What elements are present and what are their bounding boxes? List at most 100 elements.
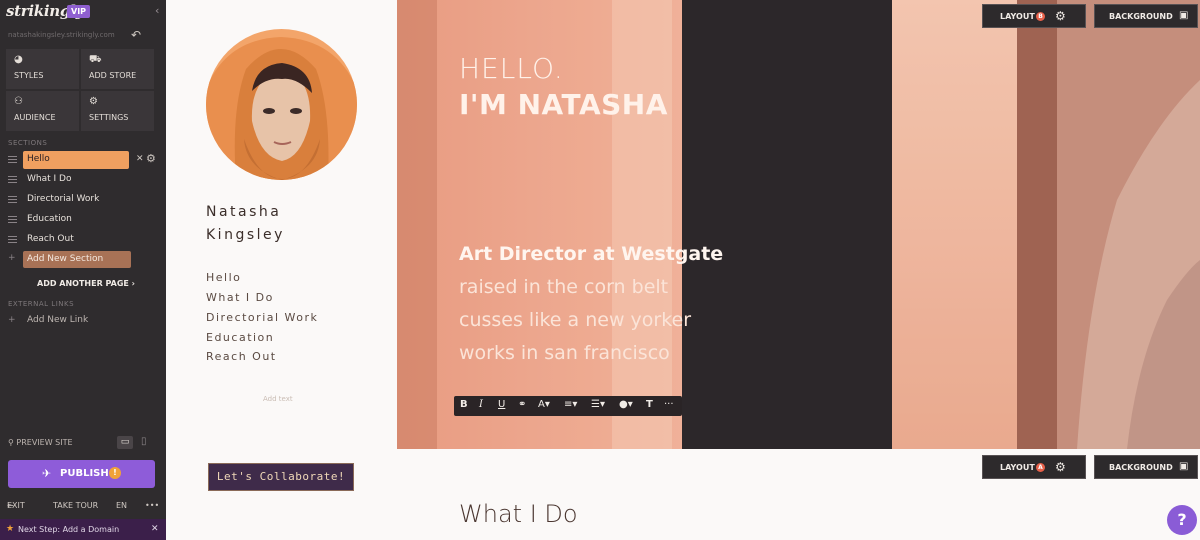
more-options-icon[interactable]: ··· (664, 399, 674, 410)
delete-section-icon[interactable]: ✕ (136, 154, 144, 164)
text-style-icon[interactable]: T (646, 399, 653, 410)
settings-button[interactable]: ⚙ SETTINGS (81, 91, 154, 131)
drag-handle-icon[interactable] (8, 236, 17, 243)
layout-variant-badge: A (1036, 463, 1045, 472)
section-item-directorial-work[interactable]: Directorial Work (0, 191, 166, 209)
font-size-icon[interactable]: A▾ (538, 399, 550, 410)
next-step-banner[interactable]: ★ Next Step: Add a Domain ✕ (0, 519, 166, 540)
mobile-view-icon[interactable]: ▯ (141, 436, 147, 447)
hero-line-1[interactable]: raised in the corn belt (459, 276, 668, 298)
link-icon[interactable]: ⚭ (518, 399, 526, 410)
help-icon[interactable]: ? (1167, 505, 1197, 535)
add-new-section-label[interactable]: Add New Section (27, 254, 103, 264)
section-item-hello[interactable]: Hello ✕ ⚙ (0, 151, 166, 169)
drag-handle-icon[interactable] (8, 176, 17, 183)
hero-role[interactable]: Art Director at Westgate (459, 243, 723, 265)
layout-button-bottom[interactable]: LAYOUT A ⚙ (982, 455, 1086, 479)
section-title[interactable]: What I Do (459, 500, 578, 528)
profile-photo[interactable] (206, 29, 357, 180)
publish-label: PUBLISH (60, 468, 109, 479)
add-text-placeholder[interactable]: Add text (263, 395, 293, 403)
audience-label: AUDIENCE (14, 113, 56, 122)
align-icon[interactable]: ≡▾ (564, 399, 577, 410)
audience-button[interactable]: ⚇ AUDIENCE (6, 91, 79, 131)
site-nav-directorial-work[interactable]: Directorial Work (206, 311, 318, 324)
text-color-icon[interactable]: ●▾ (619, 399, 633, 410)
add-store-button[interactable]: ⛟ ADD STORE (81, 49, 154, 89)
hero-title[interactable]: I'M NATASHA (459, 88, 668, 121)
settings-label: SETTINGS (89, 113, 129, 122)
site-nav-education[interactable]: Education (206, 331, 274, 344)
styles-label: STYLES (14, 71, 44, 80)
text-format-toolbar: B I U ⚭ A▾ ≡▾ ☰▾ ●▾ T ··· (454, 396, 682, 416)
layout-label: LAYOUT (1000, 12, 1035, 21)
hero-greeting[interactable]: HELLO. (459, 52, 564, 85)
drag-handle-icon[interactable] (8, 156, 17, 163)
editor-tile-grid: ◕ STYLES ⛟ ADD STORE ⚇ AUDIENCE ⚙ SETTIN… (6, 49, 154, 131)
image-icon: ▣ (1179, 10, 1189, 21)
hero-line-2[interactable]: cusses like a new yorker (459, 309, 691, 331)
lets-collaborate-button[interactable]: Let's Collaborate! (208, 463, 354, 491)
search-icon: ⚲ (8, 438, 14, 447)
preview-site-label: PREVIEW SITE (16, 438, 73, 447)
publish-button[interactable]: ✈ PUBLISH ! (8, 460, 155, 488)
site-owner-first-name[interactable]: Natasha (206, 204, 281, 220)
add-store-label: ADD STORE (89, 71, 137, 80)
people-icon: ⚇ (14, 96, 23, 107)
chevron-right-icon: › (131, 279, 135, 288)
desktop-view-icon[interactable]: ▭ (117, 436, 133, 449)
close-icon[interactable]: ✕ (151, 524, 159, 534)
gear-icon[interactable]: ⚙ (1055, 460, 1066, 474)
editor-sidebar: strikingly VIP ‹ natashakingsley.strikin… (0, 0, 166, 540)
palette-icon: ◕ (14, 54, 23, 65)
section-settings-icon[interactable]: ⚙ (146, 152, 156, 165)
underline-icon[interactable]: U (498, 399, 505, 410)
next-step-label: Next Step: Add a Domain (18, 525, 120, 534)
background-label: BACKGROUND (1109, 12, 1173, 21)
language-button[interactable]: EN (116, 501, 127, 510)
add-another-page-link[interactable]: ADD ANOTHER PAGE › (37, 279, 135, 288)
layout-label: LAYOUT (1000, 463, 1035, 472)
background-label: BACKGROUND (1109, 463, 1173, 472)
gear-icon: ⚙ (89, 96, 98, 107)
exit-label: EXIT (7, 501, 25, 510)
section-label: Education (27, 214, 72, 224)
section-item-education[interactable]: Education (0, 211, 166, 229)
image-icon: ▣ (1179, 461, 1189, 472)
site-nav-hello[interactable]: Hello (206, 271, 241, 284)
drag-handle-icon[interactable] (8, 216, 17, 223)
external-links-heading: EXTERNAL LINKS (8, 300, 75, 308)
take-tour-button[interactable]: TAKE TOUR (53, 501, 98, 510)
warning-icon: ! (109, 467, 121, 479)
site-nav-what-i-do[interactable]: What I Do (206, 291, 274, 304)
bold-icon[interactable]: B (460, 399, 468, 410)
site-owner-last-name[interactable]: Kingsley (206, 227, 285, 243)
layout-button-top[interactable]: LAYOUT B ⚙ (982, 4, 1086, 28)
hero-line-3[interactable]: works in san francisco (459, 342, 670, 364)
background-button-bottom[interactable]: BACKGROUND ▣ (1094, 455, 1198, 479)
drag-handle-icon[interactable] (8, 196, 17, 203)
section-label: Reach Out (27, 234, 74, 244)
rocket-icon: ✈ (42, 467, 52, 480)
undo-icon[interactable]: ↶ (131, 28, 141, 42)
site-url[interactable]: natashakingsley.strikingly.com (8, 31, 115, 39)
collapse-sidebar-icon[interactable]: ‹ (155, 4, 159, 17)
preview-site-link[interactable]: ⚲ PREVIEW SITE (8, 438, 73, 447)
site-nav-reach-out[interactable]: Reach Out (206, 350, 277, 363)
italic-icon[interactable]: I (479, 399, 483, 410)
background-button-top[interactable]: BACKGROUND ▣ (1094, 4, 1198, 28)
layout-variant-badge: B (1036, 12, 1045, 21)
star-icon: ★ (6, 524, 15, 534)
plus-icon: + (8, 253, 16, 263)
section-item-what-i-do[interactable]: What I Do (0, 171, 166, 189)
section-item-reach-out[interactable]: Reach Out (0, 231, 166, 249)
add-new-link[interactable]: Add New Link (27, 315, 88, 325)
section-label: Hello (27, 154, 50, 164)
plus-icon: + (8, 315, 16, 325)
more-icon[interactable]: ••• (145, 501, 159, 510)
section-label: What I Do (27, 174, 72, 184)
list-icon[interactable]: ☰▾ (591, 399, 605, 410)
gear-icon[interactable]: ⚙ (1055, 9, 1066, 23)
styles-button[interactable]: ◕ STYLES (6, 49, 79, 89)
editor-bottom-nav: ← EXIT TAKE TOUR EN ••• (0, 501, 166, 515)
